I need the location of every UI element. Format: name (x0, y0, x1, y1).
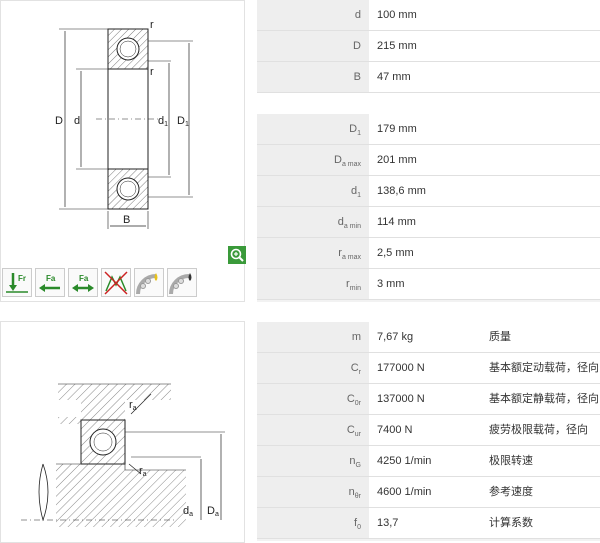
row-key: rmin (257, 269, 369, 299)
axial-load-both-icon: Fa (68, 268, 98, 297)
table-row: D 215 mm (257, 31, 600, 62)
dimensions-table-main: d 100 mm D 215 mm B 47 mm (257, 0, 600, 93)
row-key: Da max (257, 145, 369, 175)
row-key: m (257, 322, 369, 352)
row-key: ra max (257, 238, 369, 268)
label-d1: d1 (158, 115, 168, 128)
bearing-cross-section-drawing: r r D d d1 D1 B (55, 19, 193, 229)
row-value: 114 mm (369, 207, 600, 237)
mounting-dimensions-drawing: ra ra da Da (21, 383, 225, 527)
label-ra-bottom: ra (139, 465, 147, 478)
row-description: 疲劳极限载荷，径向 (489, 424, 588, 436)
row-value: 7,67 kg (369, 322, 600, 352)
row-description: 参考速度 (489, 486, 533, 498)
table-row: rmin 3 mm (257, 269, 600, 300)
table-row: da min 114 mm (257, 207, 600, 238)
row-description: 基本额定静载荷，径向 (489, 393, 599, 405)
magnifier-zoom-icon[interactable] (228, 246, 246, 264)
row-key: nθr (257, 477, 369, 507)
row-value: 100 mm (369, 0, 600, 30)
row-value: 47 mm (369, 62, 600, 92)
row-key: f0 (257, 508, 369, 538)
row-value: 201 mm (369, 145, 600, 175)
table-row: d1 138,6 mm (257, 176, 600, 207)
label-B: B (123, 214, 130, 226)
grease-lubrication-icon (134, 268, 164, 297)
row-value: 215 mm (369, 31, 600, 61)
table-row: ra max 2,5 mm (257, 238, 600, 269)
row-value: 4600 1/min (369, 477, 600, 507)
label-Da: Da (207, 505, 219, 518)
row-key: d (257, 0, 369, 30)
dimensions-table-secondary: D1 179 mm Da max 201 mm d1 138,6 mm da m… (257, 114, 600, 302)
row-key: D (257, 31, 369, 61)
table-row: f0 13,7 计算系数 (257, 508, 600, 539)
table-row: nθr 4600 1/min 参考速度 (257, 477, 600, 508)
row-value: 179 mm (369, 114, 600, 144)
table-row: C0r 137000 N 基本额定静载荷，径向 (257, 384, 600, 415)
row-description: 计算系数 (489, 517, 533, 529)
svg-text:Fa: Fa (79, 274, 89, 283)
row-value: 3 mm (369, 269, 600, 299)
row-value: 4250 1/min (369, 446, 600, 476)
table-row: m 7,67 kg 质量 (257, 322, 600, 353)
row-key: nG (257, 446, 369, 476)
svg-text:Fa: Fa (46, 274, 56, 283)
row-description: 基本额定动载荷，径向 (489, 362, 599, 374)
table-row: d 100 mm (257, 0, 600, 31)
svg-text:Fr: Fr (18, 274, 26, 283)
row-key: Cr (257, 353, 369, 383)
label-d: d (74, 115, 80, 127)
label-r-bottom: r (150, 66, 154, 78)
table-row: Da max 201 mm (257, 145, 600, 176)
table-row: B 47 mm (257, 62, 600, 93)
label-da: da (183, 505, 193, 518)
bearing-cross-section-panel: r r D d d1 D1 B Fr Fa Fa (0, 0, 246, 302)
row-key: D1 (257, 114, 369, 144)
row-value: 2,5 mm (369, 238, 600, 268)
label-D: D (55, 115, 63, 127)
properties-table: m 7,67 kg 质量 Cr 177000 N 基本额定动载荷，径向 C0r … (257, 322, 600, 541)
axial-load-left-icon: Fa (35, 268, 65, 297)
row-key: d1 (257, 176, 369, 206)
row-key: da min (257, 207, 369, 237)
row-key: B (257, 62, 369, 92)
row-value: 13,7 (369, 508, 600, 538)
label-D1: D1 (177, 115, 189, 128)
table-row: Cur 7400 N 疲劳极限载荷，径向 (257, 415, 600, 446)
label-ra-top: ra (129, 399, 137, 412)
row-description: 质量 (489, 331, 511, 343)
label-r-top: r (150, 19, 154, 31)
radial-load-icon: Fr (2, 268, 32, 297)
not-suitable-icon (101, 268, 131, 297)
table-row: Cr 177000 N 基本额定动载荷，径向 (257, 353, 600, 384)
row-description: 极限转速 (489, 455, 533, 467)
row-key: C0r (257, 384, 369, 414)
oil-lubrication-icon (167, 268, 197, 297)
mounting-dimensions-panel: ra ra da Da (0, 321, 245, 543)
row-value: 138,6 mm (369, 176, 600, 206)
row-key: Cur (257, 415, 369, 445)
table-row: nG 4250 1/min 极限转速 (257, 446, 600, 477)
table-row: D1 179 mm (257, 114, 600, 145)
